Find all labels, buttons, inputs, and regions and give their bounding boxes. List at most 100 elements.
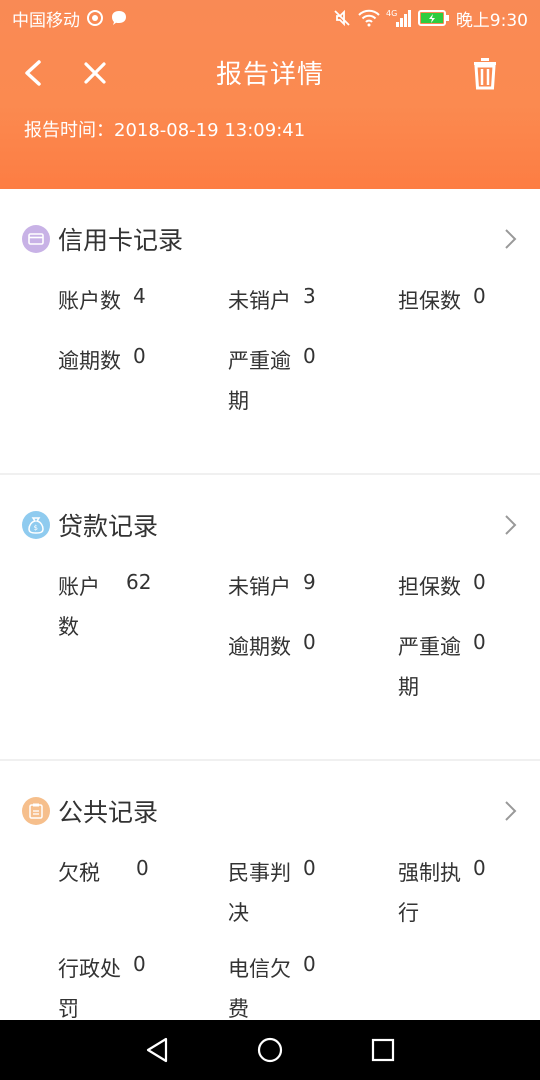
stat-label-line1: 强制执 xyxy=(398,861,461,885)
stat-label: 严重逾 期 xyxy=(228,341,291,421)
stat-value: 0 xyxy=(303,630,316,654)
network-type: 4G xyxy=(386,9,397,18)
wifi-icon xyxy=(358,9,380,27)
app-bar: 报告详情 xyxy=(0,40,540,110)
square-recents-icon xyxy=(372,1038,395,1062)
stat-guarantee-count: 担保数 0 xyxy=(398,567,486,607)
svg-text:$: $ xyxy=(34,524,38,532)
stat-open-accounts: 未销户 9 xyxy=(228,567,316,607)
stat-label: 电信欠 费 xyxy=(228,949,291,1029)
stat-label-line1: 民事判 xyxy=(228,861,291,885)
stat-label-line2: 期 xyxy=(228,389,249,413)
stat-value: 0 xyxy=(136,856,149,880)
triangle-back-icon xyxy=(146,1037,167,1063)
stat-value: 0 xyxy=(473,630,486,654)
stat-overdue-count: 逾期数 0 xyxy=(228,627,316,667)
section-title: 公共记录 xyxy=(58,798,159,827)
header: 中国移动 4G 晚上9:30 报告详情 报告时间：2018-08-19 13:0… xyxy=(0,0,540,189)
divider xyxy=(0,473,540,475)
stat-label-line2: 期 xyxy=(398,675,419,699)
stat-label: 担保数 xyxy=(398,289,461,313)
stat-label: 未销户 xyxy=(228,289,291,313)
stat-value: 0 xyxy=(133,952,146,976)
stat-value: 62 xyxy=(126,570,152,594)
stat-guarantee-count: 担保数 0 xyxy=(398,281,486,321)
mute-icon xyxy=(332,8,352,28)
section-header: 信用卡记录 xyxy=(22,219,183,259)
battery-icon xyxy=(417,9,450,27)
section-header: $ 贷款记录 xyxy=(22,505,158,545)
stat-label-line2: 决 xyxy=(228,901,249,925)
stat-label: 逾期数 xyxy=(228,635,291,659)
stat-value: 0 xyxy=(303,952,316,976)
stat-overdue-count: 逾期数 0 xyxy=(58,341,146,381)
stat-label: 行政处 罚 xyxy=(58,949,121,1029)
stat-label: 欠税 xyxy=(58,861,100,885)
nav-home-button[interactable] xyxy=(250,1030,290,1070)
stat-label: 担保数 xyxy=(398,575,461,599)
stat-value: 0 xyxy=(133,344,146,368)
stat-label-line1: 行政处 xyxy=(58,957,121,981)
stat-value: 0 xyxy=(473,570,486,594)
nav-recents-button[interactable] xyxy=(363,1030,403,1070)
stat-label: 严重逾 期 xyxy=(398,627,461,707)
stat-label: 民事判 决 xyxy=(228,853,291,933)
navigation-bar xyxy=(0,1020,540,1080)
stat-value: 4 xyxy=(133,284,146,308)
carrier-label: 中国移动 xyxy=(12,10,80,31)
stat-value: 3 xyxy=(303,284,316,308)
stat-label: 强制执 行 xyxy=(398,853,461,933)
stat-severe-overdue: 严重逾 期 0 xyxy=(228,341,316,421)
stat-value: 9 xyxy=(303,570,316,594)
chevron-right-icon xyxy=(505,229,517,249)
status-left: 中国移动 xyxy=(12,6,128,31)
stat-label-line2: 罚 xyxy=(58,997,79,1021)
app-notification-icon xyxy=(86,9,104,27)
stat-value: 0 xyxy=(303,344,316,368)
chevron-right-icon xyxy=(505,801,517,821)
trash-icon xyxy=(474,58,496,90)
stat-open-accounts: 未销户 3 xyxy=(228,281,316,321)
message-icon xyxy=(110,9,128,27)
stat-administrative-penalty: 行政处 罚 0 xyxy=(58,949,146,1029)
section-title: 贷款记录 xyxy=(58,512,159,541)
report-time: 报告时间：2018-08-19 13:09:41 xyxy=(24,120,306,141)
clipboard-icon xyxy=(22,797,50,825)
status-bar: 中国移动 4G 晚上9:30 xyxy=(0,0,540,36)
divider xyxy=(0,759,540,761)
stat-label-line1: 账户 xyxy=(58,575,100,599)
section-header: 公共记录 xyxy=(22,791,158,831)
stat-enforcement: 强制执 行 0 xyxy=(398,853,486,933)
stat-civil-judgment: 民事判 决 0 xyxy=(228,853,316,933)
stat-label-line1: 严重逾 xyxy=(398,635,461,659)
status-right: 4G 晚上9:30 xyxy=(332,6,528,31)
stat-value: 0 xyxy=(473,856,486,880)
money-bag-icon: $ xyxy=(22,511,50,539)
stat-value: 0 xyxy=(473,284,486,308)
signal-icon: 4G xyxy=(386,8,412,28)
circle-home-icon xyxy=(257,1037,283,1063)
stat-account-count: 账户 数 62 xyxy=(58,567,151,647)
screen: 中国移动 4G 晚上9:30 报告详情 报告时间：2018-08-19 13:0… xyxy=(0,0,540,1080)
credit-card-icon xyxy=(22,225,50,253)
stat-account-count: 账户数 4 xyxy=(58,281,146,321)
page-title: 报告详情 xyxy=(215,60,324,90)
status-time: 晚上9:30 xyxy=(455,10,528,31)
stat-telecom-arrears: 电信欠 费 0 xyxy=(228,949,316,1029)
stat-label-line2: 数 xyxy=(58,615,79,639)
stat-label: 账户数 xyxy=(58,289,121,313)
stat-tax-owed: 欠税 0 xyxy=(58,853,149,893)
stat-value: 0 xyxy=(303,856,316,880)
stat-label-line1: 电信欠 xyxy=(228,957,291,981)
stat-label-line2: 费 xyxy=(228,997,249,1021)
nav-back-button[interactable] xyxy=(137,1030,177,1070)
delete-button[interactable] xyxy=(460,48,510,98)
chevron-right-icon xyxy=(505,515,517,535)
section-title: 信用卡记录 xyxy=(58,226,184,255)
stat-label-line2: 行 xyxy=(398,901,419,925)
stat-label: 逾期数 xyxy=(58,349,121,373)
stat-label: 未销户 xyxy=(228,575,291,599)
stat-severe-overdue: 严重逾 期 0 xyxy=(398,627,486,707)
stat-label: 账户 数 xyxy=(58,567,100,647)
stat-label-line1: 严重逾 xyxy=(228,349,291,373)
